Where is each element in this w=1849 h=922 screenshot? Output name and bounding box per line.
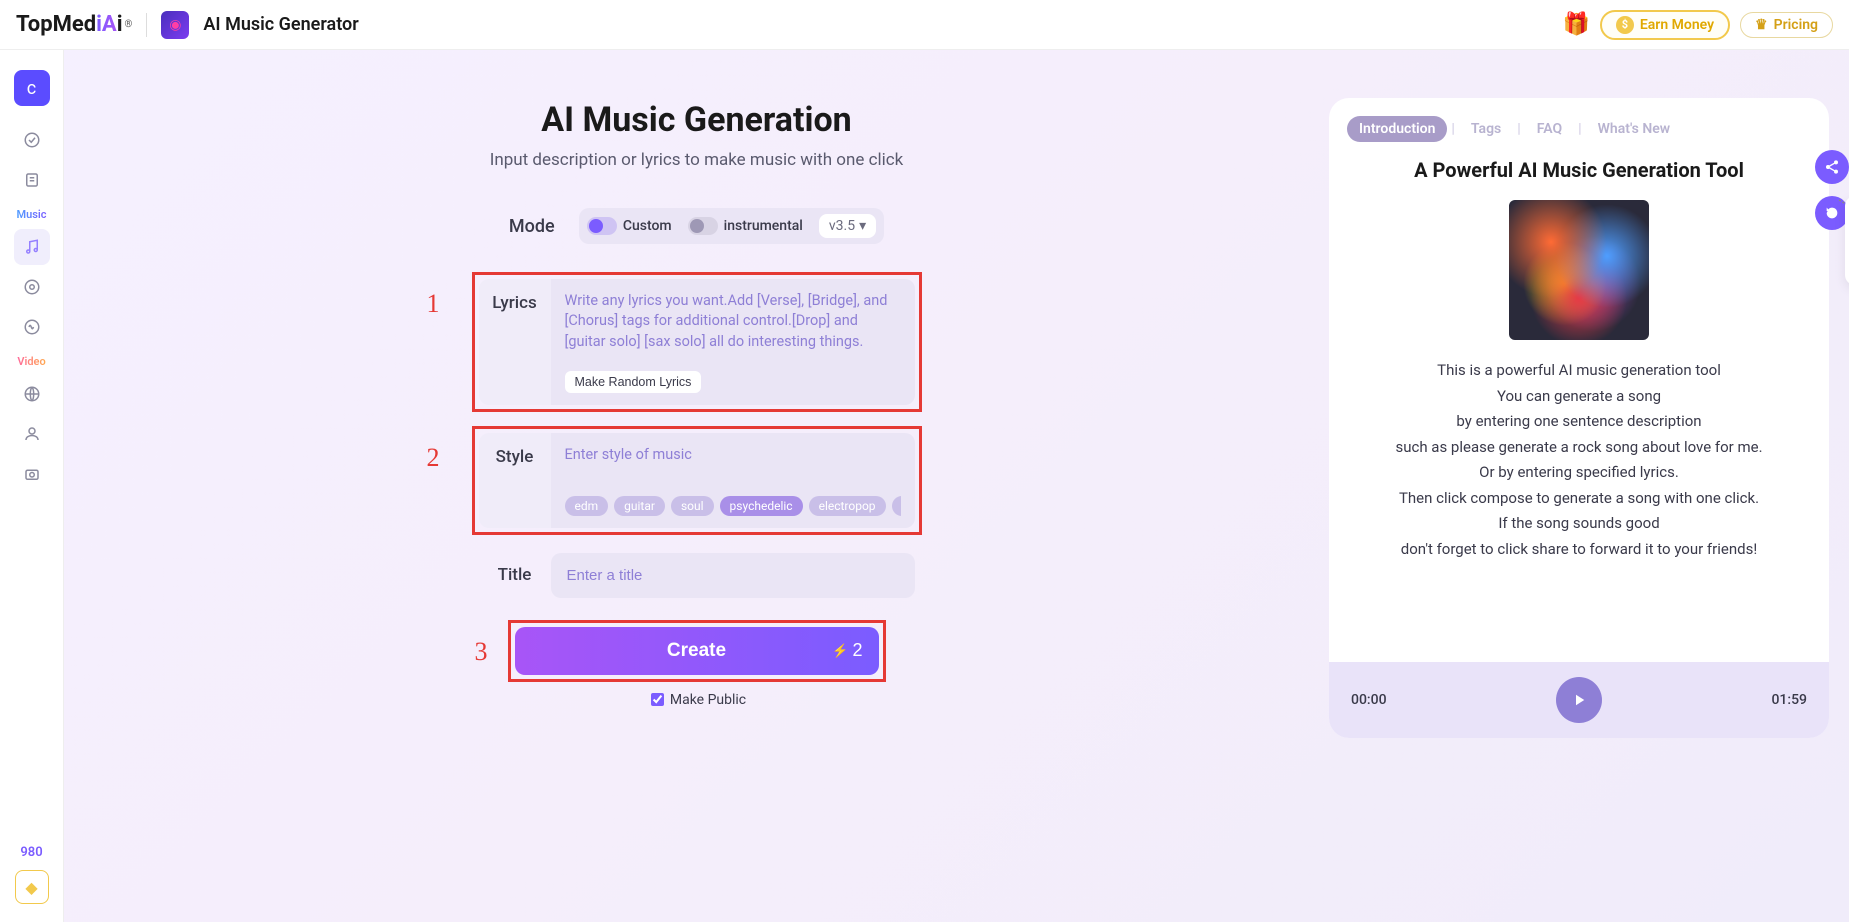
info-description: This is a powerful AI music generation t… [1347,358,1811,562]
toggle-custom[interactable]: Custom [587,217,672,235]
sidebar-item-disc[interactable] [14,269,50,305]
right-column: Introduction | Tags | FAQ | What's New A… [1329,50,1849,922]
tab-introduction[interactable]: Introduction [1347,116,1447,142]
logo[interactable]: TopMediAi® [16,12,132,37]
style-tags: edm guitar soul psychedelic electropop g… [565,496,901,516]
info-title: A Powerful AI Music Generation Tool [1347,158,1811,182]
sidebar-item-voice[interactable] [14,122,50,158]
style-tag[interactable]: psychedelic [720,496,803,516]
time-current: 00:00 [1351,692,1387,708]
main: AI Music Generation Input description or… [64,50,1849,922]
header-left: TopMediAi® ◉ AI Music Generator [16,11,359,39]
style-section: 2 Style edm guitar soul psychedelic elec… [472,426,922,535]
sidebar-item-wave[interactable] [14,309,50,345]
mode-box: Custom instrumental v3.5 ▾ [579,208,884,244]
create-label: Create [667,640,726,662]
mode-label: Mode [509,216,565,237]
sidebar-item-home[interactable]: c [14,70,50,106]
create-button[interactable]: Create ⚡ 2 [515,627,879,675]
lyrics-section: 1 Lyrics Make Random Lyrics [472,272,922,412]
share-button[interactable] [1815,150,1849,184]
logo-accent: iA [96,12,117,37]
make-public-row[interactable]: Make Public [651,692,746,708]
sidebar-item-doc[interactable] [14,162,50,198]
crown-icon: ♛ [1755,17,1768,33]
make-public-checkbox[interactable] [651,693,664,706]
version-select[interactable]: v3.5 ▾ [819,214,876,238]
instrumental-label: instrumental [724,218,803,234]
style-tag[interactable]: electropop [809,496,886,516]
earn-label: Earn Money [1640,17,1714,33]
time-total: 01:59 [1771,692,1807,708]
chevron-down-icon: ▾ [859,218,866,234]
gift-icon[interactable]: 🎁 [1562,12,1589,37]
annotation-2: 2 [427,443,440,473]
pricing-label: Pricing [1774,17,1818,33]
sidebar: c Music Video 980 ◆ [0,50,64,922]
page-subtitle: Input description or lyrics to make musi… [490,150,904,170]
sidebar-video-label: Video [17,355,45,368]
sidebar-item-globe[interactable] [14,376,50,412]
sidebar-item-cam[interactable] [14,456,50,492]
style-tag[interactable]: gro [892,496,901,516]
style-body: edm guitar soul psychedelic electropop g… [551,433,915,528]
create-wrap: 3 Create ⚡ 2 [508,620,886,682]
lyrics-label: Lyrics [479,279,551,405]
lightning-icon: ⚡ [832,643,848,659]
create-cost-value: 2 [852,640,862,661]
mode-row: Mode Custom instrumental v3.5 ▾ [509,208,884,244]
header-right: 🎁 $ Earn Money ♛ Pricing [1562,10,1833,40]
left-column: AI Music Generation Input description or… [64,50,1329,922]
divider [146,13,147,37]
switch-custom[interactable] [587,217,617,235]
info-tabs: Introduction | Tags | FAQ | What's New [1347,116,1811,142]
logo-i: i [117,12,123,37]
coin-icon: $ [1616,16,1634,34]
annotation-1: 1 [427,289,440,319]
cover-art [1509,200,1649,340]
tab-faq[interactable]: FAQ [1525,116,1574,142]
lyrics-input[interactable] [565,291,901,361]
logo-reg: ® [125,19,133,30]
version-label: v3.5 [829,218,855,234]
sidebar-bottom: 980 ◆ [0,845,63,904]
earn-money-button[interactable]: $ Earn Money [1600,10,1730,40]
info-panel: Introduction | Tags | FAQ | What's New A… [1329,98,1829,738]
style-tag[interactable]: soul [671,496,714,516]
toggle-instrumental[interactable]: instrumental [688,217,803,235]
style-label: Style [479,433,551,528]
pricing-button[interactable]: ♛ Pricing [1740,12,1833,38]
style-tag[interactable]: edm [565,496,609,516]
lyrics-body: Make Random Lyrics [551,279,915,405]
custom-label: Custom [623,218,672,234]
logo-prefix: TopMed [16,12,96,37]
history-tooltip: Your creation history is here! Got it [1845,196,1849,285]
title-label: Title [479,565,551,585]
diamond-button[interactable]: ◆ [15,870,49,904]
style-input[interactable] [565,445,901,486]
title-input[interactable] [551,553,915,598]
switch-instrumental[interactable] [688,217,718,235]
style-tag[interactable]: guitar [614,496,665,516]
sidebar-music-label: Music [16,208,46,221]
tab-tags[interactable]: Tags [1459,116,1513,142]
annotation-3: 3 [475,637,488,667]
tab-whats-new[interactable]: What's New [1586,116,1683,142]
sidebar-item-user[interactable] [14,416,50,452]
create-cost: ⚡ 2 [832,640,862,661]
play-button[interactable] [1556,677,1602,723]
page-title: AI Music Generation [541,100,851,140]
credits-count: 980 [20,845,42,860]
random-lyrics-button[interactable]: Make Random Lyrics [565,371,702,393]
header: TopMediAi® ◉ AI Music Generator 🎁 $ Earn… [0,0,1849,50]
app-title: AI Music Generator [203,14,358,35]
app-icon: ◉ [161,11,189,39]
title-row: Title [479,553,915,598]
sidebar-item-music[interactable] [14,229,50,265]
player: 00:00 01:59 [1329,662,1829,738]
make-public-label: Make Public [670,692,746,708]
